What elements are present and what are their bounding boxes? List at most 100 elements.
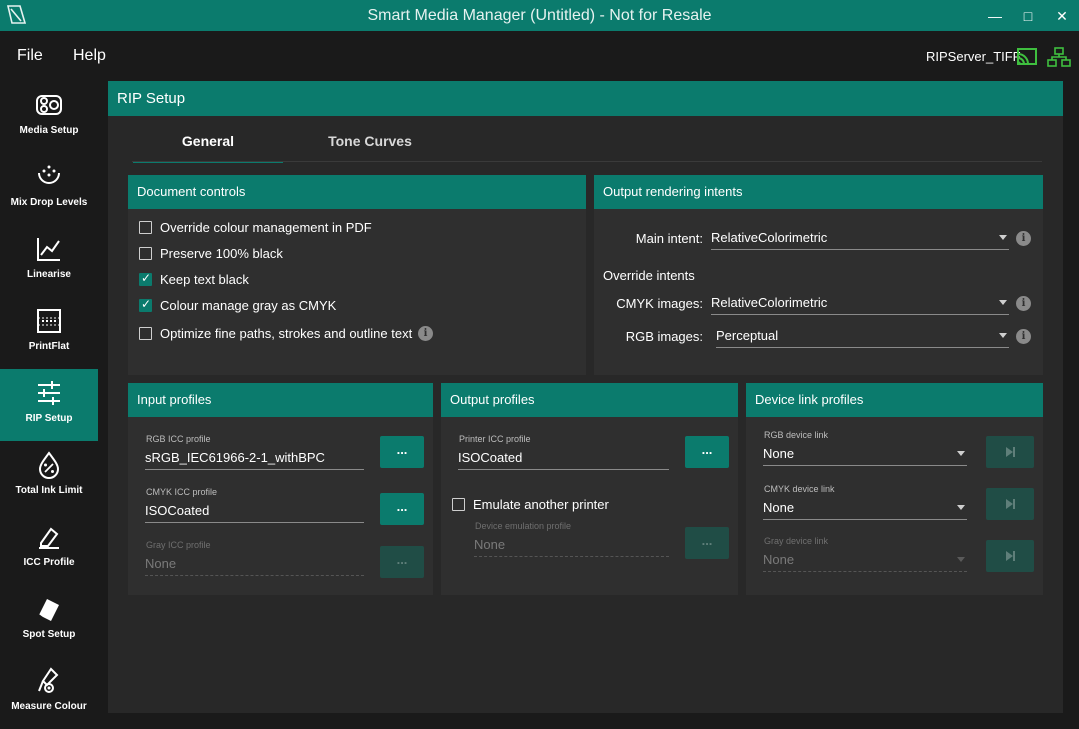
input-profiles-panel: Input profiles RGB ICC profile sRGB_IEC6… xyxy=(128,383,433,595)
device-emulation-field: None xyxy=(474,533,669,557)
device-link-panel: Device link profiles RGB device link Non… xyxy=(746,383,1043,595)
checkbox-box[interactable] xyxy=(139,271,152,286)
panel-header: Document controls xyxy=(128,175,586,209)
sidebar-item-label: PrintFlat xyxy=(28,341,70,352)
printflat-icon xyxy=(37,309,61,333)
sidebar-item-label: ICC Profile xyxy=(23,557,75,568)
rgb-images-label: RGB images: xyxy=(625,329,703,344)
checkbox-label: Keep text black xyxy=(160,272,249,287)
cmyk-device-link-play-button xyxy=(986,488,1034,520)
sidebar-item-measure-colour[interactable]: Measure Colour xyxy=(0,657,98,729)
panel-title: Output profiles xyxy=(450,392,535,407)
device-emulation-label: Device emulation profile xyxy=(475,521,572,531)
network-icon[interactable] xyxy=(1047,46,1071,68)
menu-help[interactable]: Help xyxy=(73,47,106,65)
main-panel: RIP Setup General Tone Curves Document c… xyxy=(108,81,1063,713)
info-icon[interactable]: i xyxy=(418,326,433,341)
menu-bar: File Help RIPServer_TIFF xyxy=(0,31,1079,81)
cast-icon[interactable] xyxy=(1015,46,1039,68)
device-emulation-browse-button: ... xyxy=(685,527,729,559)
field-value: None xyxy=(474,537,506,552)
ink-limit-icon xyxy=(38,451,60,479)
sidebar-item-mix-drop-levels[interactable]: Mix Drop Levels xyxy=(0,153,98,225)
page-header: RIP Setup xyxy=(108,81,1063,116)
printer-icc-browse-button[interactable]: ... xyxy=(685,436,729,468)
rip-setup-icon xyxy=(38,381,60,405)
sidebar-item-media-setup[interactable]: Media Setup xyxy=(0,81,98,153)
printer-icc-label: Printer ICC profile xyxy=(459,434,531,444)
sidebar: Media Setup Mix Drop Levels Linearise Pr… xyxy=(0,81,98,729)
tab-divider xyxy=(132,161,1042,162)
checkbox-box[interactable] xyxy=(139,297,152,312)
cmyk-intent-select[interactable]: RelativeColorimetric xyxy=(711,291,1009,315)
chevron-down-icon xyxy=(957,557,965,562)
tab-tone-curves[interactable]: Tone Curves xyxy=(295,133,445,163)
sidebar-item-printflat[interactable]: PrintFlat xyxy=(0,297,98,369)
minimize-button[interactable]: — xyxy=(985,6,1005,26)
cmyk-icc-browse-button[interactable]: ... xyxy=(380,493,424,525)
checkbox-label: Override colour management in PDF xyxy=(160,220,372,235)
checkbox-box[interactable] xyxy=(139,221,152,234)
field-value: None xyxy=(145,556,177,571)
panel-title: Device link profiles xyxy=(755,392,864,407)
chevron-down-icon xyxy=(957,451,965,456)
select-value: RelativeColorimetric xyxy=(711,230,828,245)
title-bar: Smart Media Manager (Untitled) - Not for… xyxy=(0,0,1079,31)
checkbox-label: Optimize fine paths, strokes and outline… xyxy=(160,326,413,341)
info-icon[interactable]: i xyxy=(1016,296,1031,311)
rgb-device-link-select[interactable]: None xyxy=(763,442,967,466)
checkbox-label: Preserve 100% black xyxy=(160,246,283,261)
sidebar-item-label: Total Ink Limit xyxy=(15,485,83,496)
cmyk-icc-label: CMYK ICC profile xyxy=(146,487,218,497)
checkbox-box[interactable] xyxy=(139,327,152,340)
sidebar-item-icc-profile[interactable]: ICC Profile xyxy=(0,513,98,585)
window-title: Smart Media Manager (Untitled) - Not for… xyxy=(367,7,712,24)
main-intent-label: Main intent: xyxy=(635,231,703,246)
close-button[interactable]: ✕ xyxy=(1052,6,1072,26)
chevron-down-icon xyxy=(999,235,1007,240)
sidebar-item-label: RIP Setup xyxy=(25,413,73,424)
main-intent-select[interactable]: RelativeColorimetric xyxy=(711,226,1009,250)
cmyk-device-link-select[interactable]: None xyxy=(763,496,967,520)
checkbox-box[interactable] xyxy=(452,498,465,511)
menu-file[interactable]: File xyxy=(17,47,43,65)
drop-levels-icon xyxy=(38,165,60,184)
field-value: ISOCoated xyxy=(458,450,523,465)
rgb-icc-browse-button[interactable]: ... xyxy=(380,436,424,468)
output-intents-panel: Output rendering intents Main intent: Re… xyxy=(594,175,1043,375)
linearise-icon xyxy=(37,238,60,261)
cmyk-icc-field[interactable]: ISOCoated xyxy=(145,499,364,523)
sidebar-item-total-ink-limit[interactable]: Total Ink Limit xyxy=(0,441,98,513)
select-value: None xyxy=(763,500,795,515)
info-icon[interactable]: i xyxy=(1016,231,1031,246)
info-icon[interactable]: i xyxy=(1016,329,1031,344)
measure-colour-icon xyxy=(38,667,59,693)
select-value: None xyxy=(763,552,795,567)
select-value: Perceptual xyxy=(716,328,779,343)
checkbox-box[interactable] xyxy=(139,247,152,260)
rgb-icc-field[interactable]: sRGB_IEC61966-2-1_withBPC xyxy=(145,446,364,470)
panel-header: Device link profiles xyxy=(746,383,1043,417)
sidebar-item-label: Media Setup xyxy=(19,125,79,136)
field-value: sRGB_IEC61966-2-1_withBPC xyxy=(145,450,325,465)
media-setup-icon xyxy=(36,95,62,115)
gray-icc-label: Gray ICC profile xyxy=(146,540,211,550)
rgb-icc-label: RGB ICC profile xyxy=(146,434,211,444)
sidebar-item-label: Measure Colour xyxy=(11,701,87,712)
gray-device-link-select: None xyxy=(763,548,967,572)
output-profiles-panel: Output profiles Printer ICC profile ISOC… xyxy=(441,383,738,595)
checkbox-label: Colour manage gray as CMYK xyxy=(160,298,337,313)
chevron-down-icon xyxy=(957,505,965,510)
panel-title: Output rendering intents xyxy=(603,184,743,199)
override-intents-label: Override intents xyxy=(603,268,695,283)
printer-icc-field[interactable]: ISOCoated xyxy=(458,446,669,470)
tab-general[interactable]: General xyxy=(133,133,283,163)
sidebar-item-spot-setup[interactable]: Spot Setup xyxy=(0,585,98,657)
cmyk-device-link-label: CMYK device link xyxy=(764,484,835,494)
rgb-intent-select[interactable]: Perceptual xyxy=(716,324,1009,348)
cmyk-images-label: CMYK images: xyxy=(616,296,703,311)
panel-title: Document controls xyxy=(137,184,246,199)
maximize-button[interactable]: □ xyxy=(1018,6,1038,26)
sidebar-item-rip-setup[interactable]: RIP Setup xyxy=(0,369,98,441)
sidebar-item-linearise[interactable]: Linearise xyxy=(0,225,98,297)
